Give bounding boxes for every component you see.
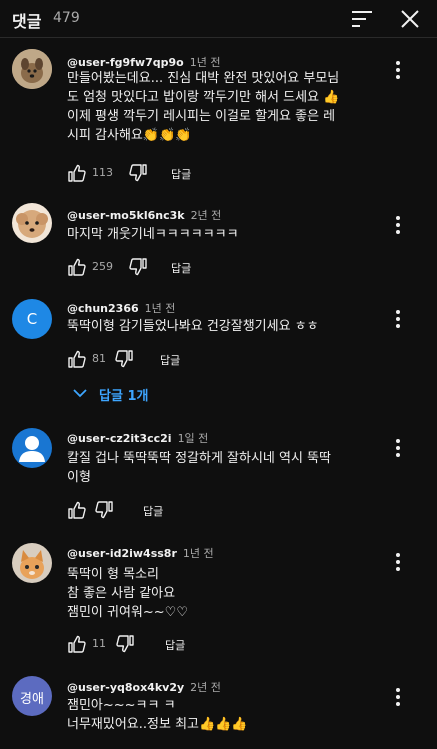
comments-header: 댓글 479 [0,0,437,38]
chevron-down-icon [73,389,87,398]
avatar-text: 경애 [20,692,44,707]
more-options-icon[interactable] [388,308,408,330]
comment-text: 만들어봤는데요... 진심 대박 완전 맛있어요 부모님 도 엄청 맛있다고 밥… [67,71,340,143]
comment-author[interactable]: @user-mo5kl6nc3k [67,209,185,222]
cat-avatar-image [12,543,52,583]
replies-label: 답글 1개 [99,389,149,404]
thumbs-up-icon[interactable] [67,349,87,369]
dog-avatar-image [12,49,52,89]
comment-time: 2년 전 [190,209,222,222]
comment-time: 1일 전 [177,432,209,445]
avatar[interactable] [12,203,52,243]
comment-actions: 11 답글 [67,634,267,654]
comment-meta: @user-mo5kl6nc3k 2년 전 [67,207,221,223]
reply-button[interactable]: 답글 [165,637,185,653]
comment-actions: 81 답글 [67,349,267,369]
like-count: 113 [92,166,113,179]
thumbs-down-icon[interactable] [114,349,134,369]
thumbs-down-icon[interactable] [128,257,148,277]
comment-author[interactable]: @user-id2iw4ss8r [67,547,177,560]
thumbs-up-icon[interactable] [67,257,87,277]
comment-meta: @user-yq8ox4kv2y 2년 전 [67,679,221,695]
comment-actions: 259 답글 [67,257,267,277]
thumbs-down-icon[interactable] [128,163,148,183]
comments-count: 479 [53,10,80,26]
comment-author[interactable]: @chun2366 [67,302,139,315]
comment-author[interactable]: @user-fg9fw7qp9o [67,56,184,69]
comment-text: 뚝딱이 형 목소리 참 좋은 사람 같아요 잼민이 귀여워~~♡♡ [67,567,188,620]
more-options-icon[interactable] [388,437,408,459]
comment-time: 2년 전 [190,681,221,694]
comment-time: 1년 전 [189,56,221,69]
comment-text: 마지막 개웃기네ㅋㅋㅋㅋㅋㅋㅋ [67,227,239,242]
like-count: 81 [92,352,106,365]
comment-meta: @user-fg9fw7qp9o 1년 전 [67,54,220,70]
like-count: 259 [92,260,113,273]
comment-text: 잼민아~~~ㅋㅋ ㅋ 너무재밌어요..정보 최고👍👍👍 [67,698,248,732]
comment-author[interactable]: @user-yq8ox4kv2y [67,681,184,694]
reply-button[interactable]: 답글 [143,503,163,519]
thumbs-up-icon[interactable] [67,500,87,520]
more-options-icon[interactable] [388,551,408,573]
person-icon [19,436,45,462]
reply-button[interactable]: 답글 [160,352,180,368]
more-options-icon[interactable] [388,59,408,81]
comment-author[interactable]: @user-cz2it3cc2i [67,432,172,445]
avatar[interactable] [12,49,52,89]
comment-time: 1년 전 [144,302,176,315]
comment-meta: @user-cz2it3cc2i 1일 전 [67,430,208,446]
more-options-icon[interactable] [388,686,408,708]
thumbs-up-icon[interactable] [67,163,87,183]
comment-actions: 답글 [67,500,267,520]
view-replies-button[interactable]: 답글 1개 [72,384,192,404]
thumbs-down-icon[interactable] [94,500,114,520]
avatar-letter: C [26,310,38,328]
more-options-icon[interactable] [388,214,408,236]
avatar[interactable]: 경애 [12,676,52,716]
like-count: 11 [92,637,106,650]
comment-actions: 113 답글 [67,163,267,183]
comment-text: 칼질 겁나 뚝딱뚝딱 정갈하게 잘하시네 역시 뚝딱 이형 [67,451,331,485]
reply-button[interactable]: 답글 [171,166,191,182]
poodle-avatar-image [12,203,52,243]
comment-text: 뚝딱이형 감기들었나봐요 건강잘챙기세요 ㅎㅎ [67,319,319,334]
avatar[interactable] [12,428,52,468]
avatar[interactable]: C [12,299,52,339]
close-icon[interactable] [398,7,422,31]
thumbs-down-icon[interactable] [115,634,135,654]
thumbs-up-icon[interactable] [67,634,87,654]
comment-time: 1년 전 [182,547,214,560]
comment-meta: @chun2366 1년 전 [67,300,175,316]
comment-meta: @user-id2iw4ss8r 1년 전 [67,545,214,561]
reply-button[interactable]: 답글 [171,260,191,276]
comments-title: 댓글 [12,12,42,31]
avatar[interactable] [12,543,52,583]
sort-icon[interactable] [350,8,374,30]
